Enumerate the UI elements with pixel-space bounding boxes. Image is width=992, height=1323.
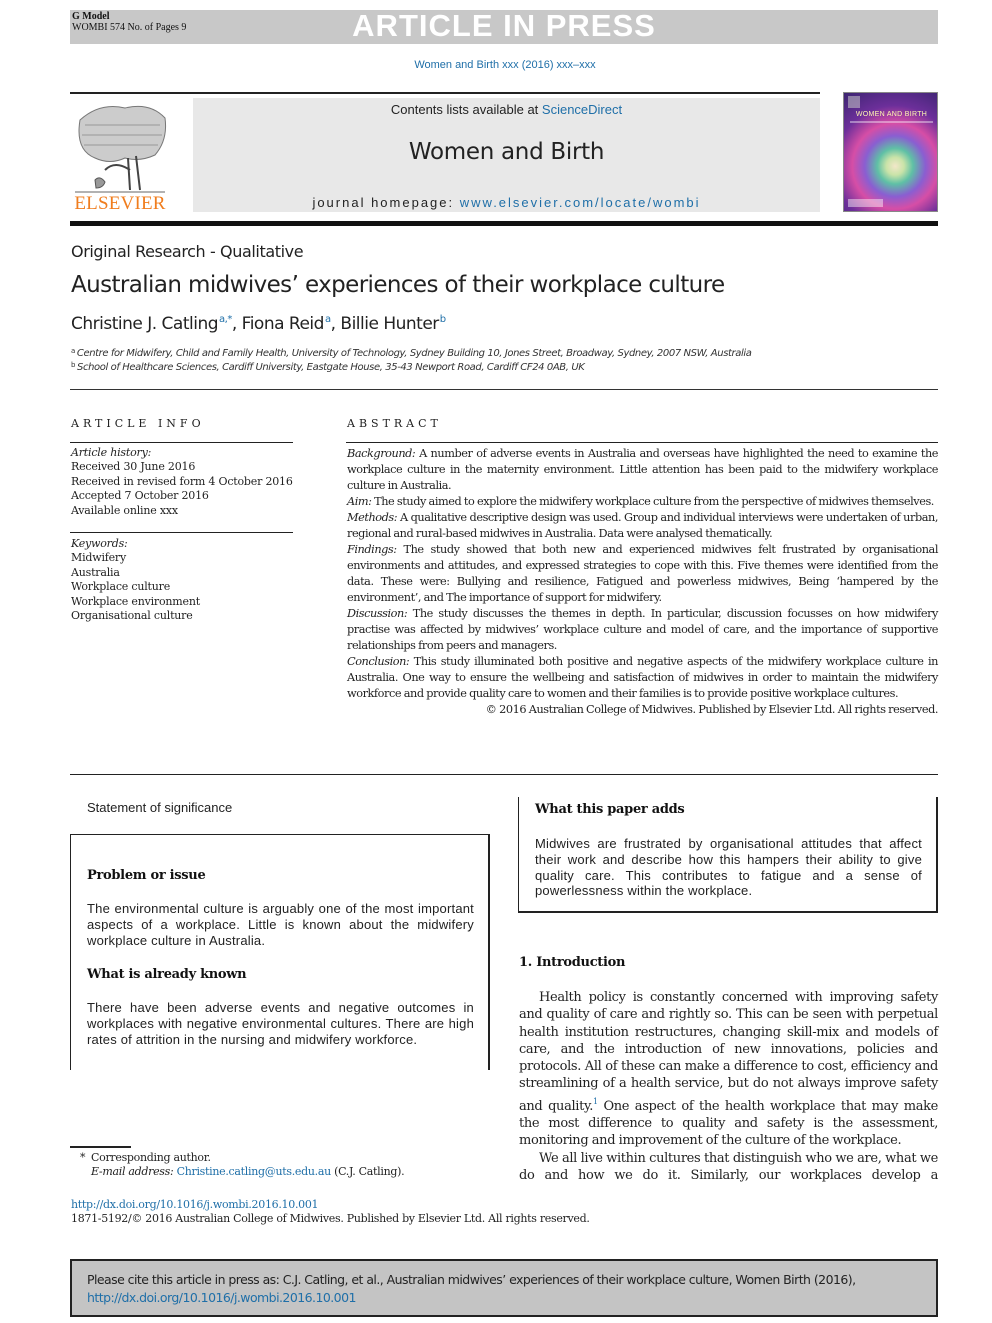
abstract-section-text: The study showed that both new and exper… [347,543,938,604]
abstract-section-label: Conclusion: [347,655,410,668]
section-divider [70,774,938,775]
introduction-heading: 1. Introduction [519,955,626,970]
author-separator: , [231,314,242,334]
affiliation-text: School of Healthcare Sciences, Cardiff U… [77,362,585,373]
author-name[interactable]: Billie Hunter [340,314,439,334]
abstract-body: Background: A number of adverse events i… [347,446,938,718]
abstract-section-text: This study illuminated both positive and… [347,655,938,700]
abstract-section-text: A number of adverse events in Australia … [347,447,938,492]
email-suffix: (C.J. Catling). [330,1165,405,1178]
abstract-section: Background: A number of adverse events i… [347,446,938,494]
affiliation-text: Centre for Midwifery, Child and Family H… [76,348,752,359]
masthead-top-rule [70,92,820,94]
abstract-section: Discussion: The study discusses the them… [347,606,938,654]
citation-body: Please cite this article in press as: C.… [87,1272,856,1287]
history-item: Received in revised form 4 October 2016 [71,474,293,488]
paragraph-text: Health policy is constantly concerned wi… [519,990,938,1114]
author-name[interactable]: Christine J. Catling [71,314,219,334]
problem-heading: Problem or issue [87,868,206,883]
journal-cover-image[interactable]: WOMEN AND BIRTH [843,92,938,212]
email-footnote: E-mail address: Christine.catling@uts.ed… [91,1165,405,1178]
email-label: E-mail address: [91,1165,174,1178]
email-link[interactable]: Christine.catling@uts.edu.au [177,1165,332,1178]
keyword-item: Midwifery [71,551,127,565]
history-item: Accepted 7 October 2016 [71,489,209,503]
introduction-paragraph: Health policy is constantly concerned wi… [519,989,938,1150]
known-text: There have been adverse events and negat… [87,1000,474,1047]
keyword-item: Workplace culture [71,580,171,594]
footnote-rule [70,1146,131,1148]
article-title: Australian midwives’ experiences of thei… [71,272,725,298]
keyword-item: Workplace environment [71,594,200,608]
abstract-section-text: The study discusses the themes in depth.… [347,607,938,652]
keywords-label: Keywords: [71,537,128,550]
abstract-section: Aim: The study aimed to explore the midw… [347,494,938,510]
abstract-section: Methods: A qualitative descriptive desig… [347,510,938,542]
article-type: Original Research - Qualitative [71,242,304,261]
doi-link[interactable]: http://dx.doi.org/10.1016/j.wombi.2016.1… [71,1198,319,1211]
elsevier-wordmark: ELSEVIER [74,193,166,214]
citation-doi-link[interactable]: http://dx.doi.org/10.1016/j.wombi.2016.1… [87,1290,356,1305]
article-history: Article history: Received 30 June 2016 R… [71,446,293,518]
keyword-item: Australia [71,565,120,579]
cover-logo-icon [848,96,860,108]
keyword-item: Organisational culture [71,609,193,623]
journal-title: Women and Birth [408,139,605,165]
contents-prefix: Contents lists available at [390,102,542,117]
significance-label: Statement of significance [87,800,233,815]
article-history-label: Article history: [71,446,152,459]
citation-text: Please cite this article in press as: C.… [87,1271,927,1307]
abstract-section-label: Findings: [347,543,397,556]
abstract-section-label: Discussion: [347,607,408,620]
footnote-marker: * [80,1151,86,1164]
cover-title: WOMEN AND BIRTH [855,111,928,118]
cover-footer-bar [848,199,883,207]
article-info-rule [70,532,293,533]
sciencedirect-link[interactable]: ScienceDirect [542,102,622,117]
adds-text: Midwives are frustrated by organisationa… [535,836,922,899]
author-affiliation-marker[interactable]: b [440,314,446,325]
abstract-section: Conclusion: This study illuminated both … [347,654,938,702]
abstract-section: Findings: The study showed that both new… [347,542,938,606]
abstract-section-label: Aim: [347,495,372,508]
corresponding-author-note: Corresponding author. [91,1151,211,1164]
history-item: Available online xxx [71,503,178,517]
known-heading: What is already known [87,967,247,982]
author-separator: , [330,314,341,334]
abstract-section-label: Methods: [347,511,398,524]
homepage-link[interactable]: www.elsevier.com/locate/wombi [460,195,701,210]
keywords: Keywords: Midwifery Australia Workplace … [71,537,200,623]
author-affiliation-marker[interactable]: a,* [219,314,232,325]
issn-copyright: 1871-5192/© 2016 Australian College of M… [71,1212,590,1225]
affiliation: b School of Healthcare Sciences, Cardiff … [71,361,585,373]
abstract-heading: ABSTRACT [347,417,442,430]
article-info-rule [70,442,293,443]
abstract-section-label: Background: [347,447,416,460]
masthead-bottom-rule [70,221,938,226]
abstract-section-text: The study aimed to explore the midwifery… [371,495,934,508]
section-divider [70,389,938,390]
journal-homepage: journal homepage: www.elsevier.com/locat… [193,195,820,210]
introduction-paragraph: We all live within cultures that disting… [519,1150,938,1183]
contents-line: Contents lists available at ScienceDirec… [193,102,820,117]
abstract-section-text: A qualitative descriptive design was use… [347,511,938,540]
affiliation-key: b [71,361,76,369]
journal-reference-link[interactable]: Women and Birth xxx (2016) xxx–xxx [0,59,992,71]
abstract-copyright: © 2016 Australian College of Midwives. P… [485,703,939,716]
author-name[interactable]: Fiona Reid [242,314,325,334]
affiliation: a Centre for Midwifery, Child and Family … [71,347,752,359]
affiliation-key: a [71,347,75,355]
cover-subtitle-bar [850,121,933,123]
adds-heading: What this paper adds [535,802,685,817]
author-list: Christine J. Catlinga,*, Fiona Reida, Bi… [71,314,446,334]
problem-text: The environmental culture is arguably on… [87,901,474,948]
banner-text: ARTICLE IN PRESS [352,8,656,43]
article-info-heading: ARTICLE INFO [71,417,205,430]
history-item: Received 30 June 2016 [71,460,196,474]
abstract-rule [346,442,938,443]
introduction-body: Health policy is constantly concerned wi… [519,989,938,1184]
homepage-prefix: journal homepage: [312,195,460,210]
